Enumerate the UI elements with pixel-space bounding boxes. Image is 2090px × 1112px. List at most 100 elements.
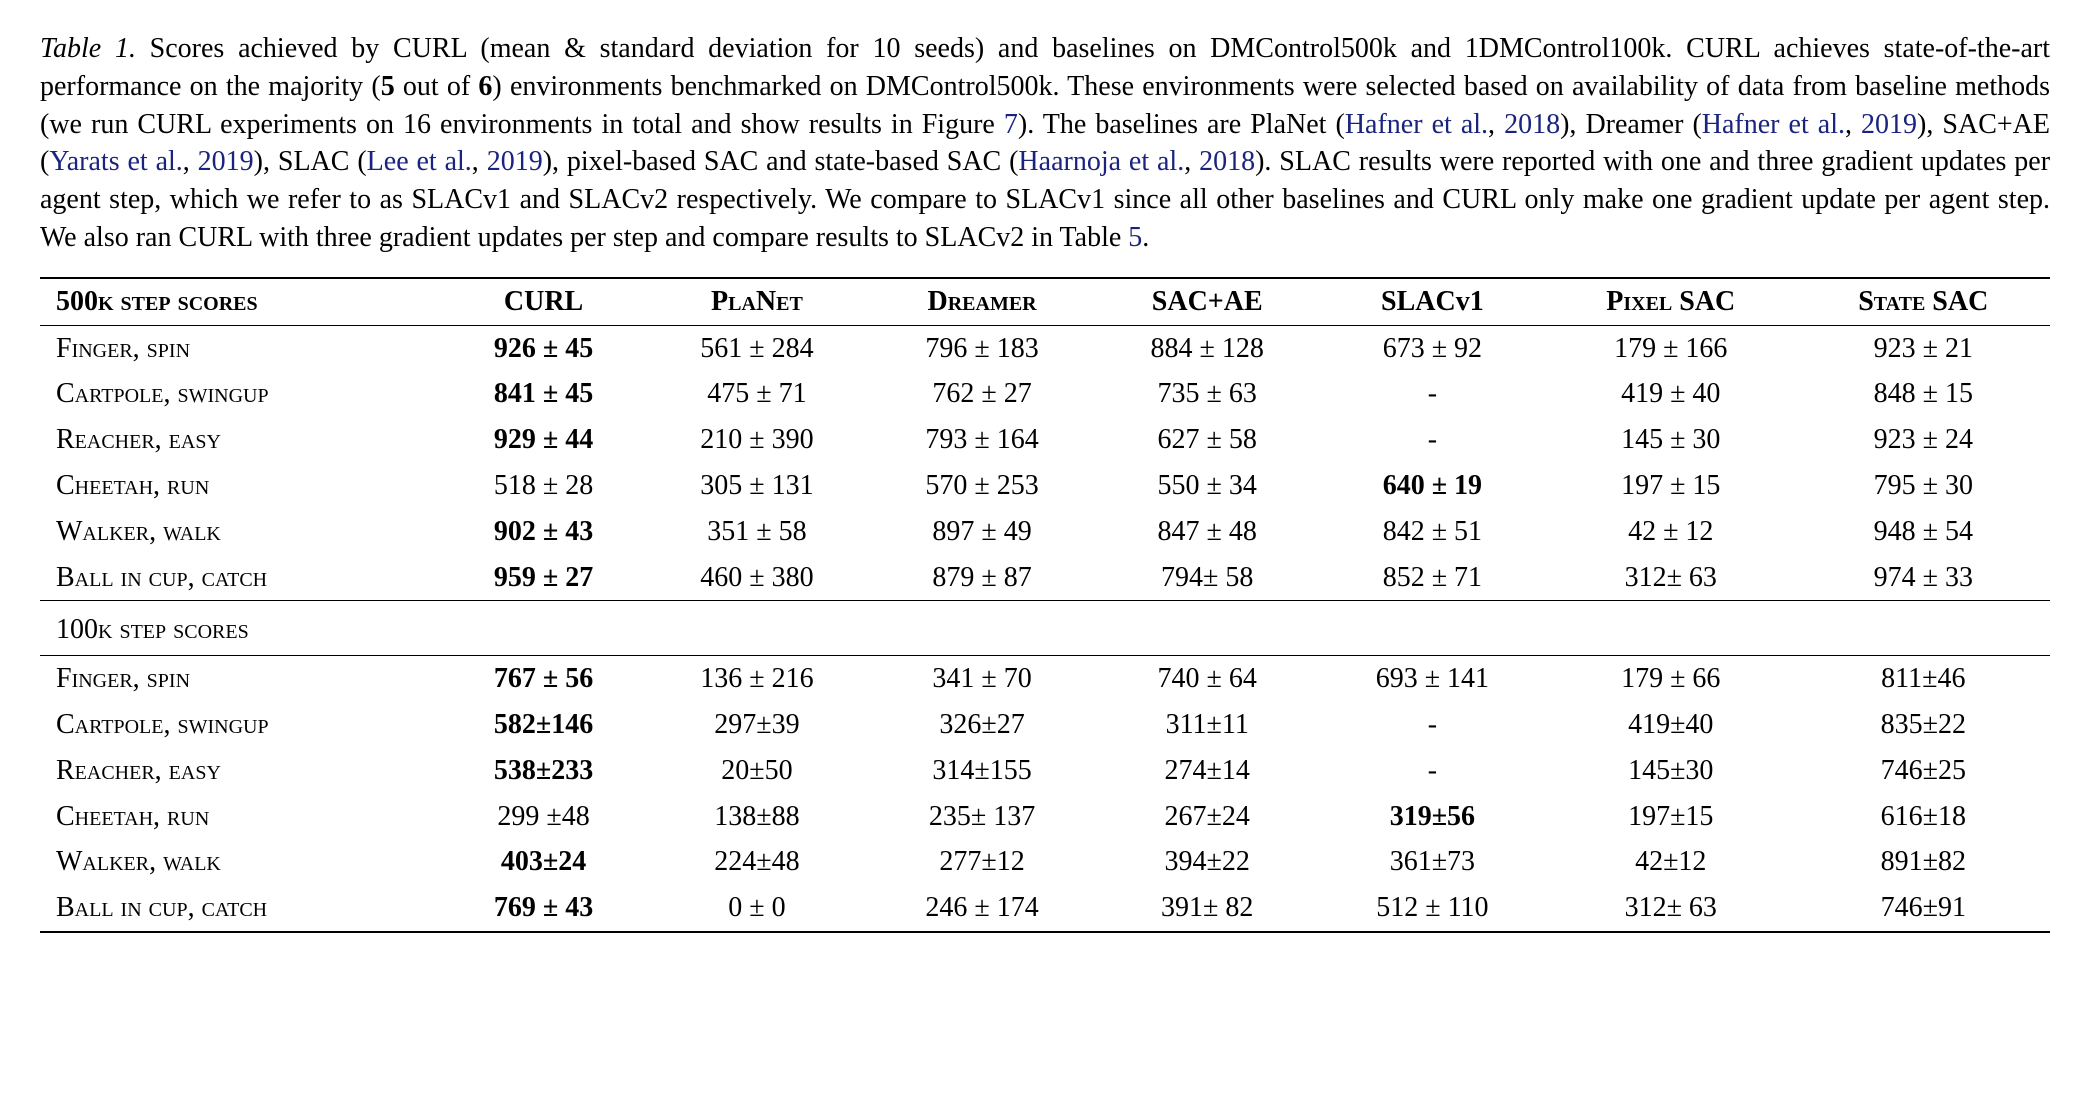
score-cell: 136 ± 216	[644, 656, 869, 702]
table-row: Finger, spin767 ± 56136 ± 216341 ± 70740…	[40, 656, 2050, 702]
score-cell: 394±22	[1095, 839, 1320, 885]
env-name: Reacher, easy	[40, 417, 443, 463]
score-cell: 299 ±48	[443, 794, 645, 840]
score-cell: 841 ± 45	[443, 371, 645, 417]
score-cell: 145 ± 30	[1545, 417, 1797, 463]
score-cell: 179 ± 166	[1545, 325, 1797, 371]
score-cell: 179 ± 66	[1545, 656, 1797, 702]
score-cell: 561 ± 284	[644, 325, 869, 371]
score-cell: 926 ± 45	[443, 325, 645, 371]
score-cell: 267±24	[1095, 794, 1320, 840]
table-row: Cartpole, swingup582±146297±39326±27311±…	[40, 702, 2050, 748]
score-cell: 897 ± 49	[869, 509, 1094, 555]
score-cell: 419 ± 40	[1545, 371, 1797, 417]
figure-ref[interactable]: 7	[1004, 109, 1018, 140]
score-cell: 796 ± 183	[869, 325, 1094, 371]
env-name: Cartpole, swingup	[40, 702, 443, 748]
score-cell: 475 ± 71	[644, 371, 869, 417]
col-statesac: State SAC	[1797, 278, 2050, 325]
citation-year[interactable]: 2018	[1199, 146, 1255, 177]
score-cell: 627 ± 58	[1095, 417, 1320, 463]
score-cell: 42 ± 12	[1545, 509, 1797, 555]
env-name: Finger, spin	[40, 656, 443, 702]
table-row: Reacher, easy929 ± 44210 ± 390793 ± 1646…	[40, 417, 2050, 463]
score-cell: 312± 63	[1545, 555, 1797, 601]
score-cell: 297±39	[644, 702, 869, 748]
citation-yarats-2019[interactable]: Yarats et al.	[49, 146, 182, 177]
score-cell: 0 ± 0	[644, 885, 869, 931]
score-cell: 570 ± 253	[869, 463, 1094, 509]
col-env: 500k step scores	[40, 278, 443, 325]
env-name: Reacher, easy	[40, 748, 443, 794]
score-cell: 341 ± 70	[869, 656, 1094, 702]
score-cell: 762 ± 27	[869, 371, 1094, 417]
score-cell: 884 ± 128	[1095, 325, 1320, 371]
score-cell: 460 ± 380	[644, 555, 869, 601]
citation-year[interactable]: 2019	[1861, 109, 1917, 140]
citation-hafner-2018[interactable]: Hafner et al.	[1345, 109, 1488, 140]
table-section-100k: 100k step scores	[40, 601, 2050, 656]
score-cell: 616±18	[1797, 794, 2050, 840]
score-cell: 391± 82	[1095, 885, 1320, 931]
table-row: Walker, walk403±24224±48277±12394±22361±…	[40, 839, 2050, 885]
table-caption: Table 1. Scores achieved by CURL (mean &…	[40, 30, 2050, 257]
score-cell: 693 ± 141	[1320, 656, 1545, 702]
score-cell: 673 ± 92	[1320, 325, 1545, 371]
env-name: Cheetah, run	[40, 794, 443, 840]
score-cell: 197 ± 15	[1545, 463, 1797, 509]
col-pixelsac: Pixel SAC	[1545, 278, 1797, 325]
table-ref[interactable]: 5	[1128, 222, 1142, 253]
citation-year[interactable]: 2019	[487, 146, 543, 177]
score-cell: 959 ± 27	[443, 555, 645, 601]
score-cell: 326±27	[869, 702, 1094, 748]
score-cell: 735 ± 63	[1095, 371, 1320, 417]
score-cell: 319±56	[1320, 794, 1545, 840]
table-row: Ball in cup, catch769 ± 430 ± 0246 ± 174…	[40, 885, 2050, 931]
score-cell: 835±22	[1797, 702, 2050, 748]
results-table: 500k step scores CURL PlaNet Dreamer SAC…	[40, 277, 2050, 933]
table-row: Ball in cup, catch959 ± 27460 ± 380879 ±…	[40, 555, 2050, 601]
score-cell: 145±30	[1545, 748, 1797, 794]
col-curl: CURL	[443, 278, 645, 325]
env-name: Ball in cup, catch	[40, 555, 443, 601]
table-row: Cheetah, run518 ± 28305 ± 131570 ± 25355…	[40, 463, 2050, 509]
score-cell: 538±233	[443, 748, 645, 794]
env-name: Cheetah, run	[40, 463, 443, 509]
score-cell: 923 ± 24	[1797, 417, 2050, 463]
score-cell: 640 ± 19	[1320, 463, 1545, 509]
citation-year[interactable]: 2019	[198, 146, 254, 177]
table-label: Table 1.	[40, 33, 136, 64]
score-cell: 582±146	[443, 702, 645, 748]
score-cell: 795 ± 30	[1797, 463, 2050, 509]
table-row: Cheetah, run299 ±48138±88235± 137267±243…	[40, 794, 2050, 840]
citation-haarnoja-2018[interactable]: Haarnoja et al.	[1018, 146, 1184, 177]
score-cell: -	[1320, 371, 1545, 417]
score-cell: 948 ± 54	[1797, 509, 2050, 555]
score-cell: 929 ± 44	[443, 417, 645, 463]
citation-lee-2019[interactable]: Lee et al.	[367, 146, 472, 177]
score-cell: 811±46	[1797, 656, 2050, 702]
score-cell: -	[1320, 417, 1545, 463]
score-cell: 403±24	[443, 839, 645, 885]
score-cell: 794± 58	[1095, 555, 1320, 601]
score-cell: 235± 137	[869, 794, 1094, 840]
col-dreamer: Dreamer	[869, 278, 1094, 325]
table-row: Reacher, easy538±23320±50314±155274±14-1…	[40, 748, 2050, 794]
col-planet: PlaNet	[644, 278, 869, 325]
citation-year[interactable]: 2018	[1504, 109, 1560, 140]
score-cell: 224±48	[644, 839, 869, 885]
score-cell: 314±155	[869, 748, 1094, 794]
col-slacv1: SLACv1	[1320, 278, 1545, 325]
score-cell: 746±91	[1797, 885, 2050, 931]
score-cell: 974 ± 33	[1797, 555, 2050, 601]
score-cell: -	[1320, 748, 1545, 794]
score-cell: 848 ± 15	[1797, 371, 2050, 417]
score-cell: 879 ± 87	[869, 555, 1094, 601]
score-cell: 42±12	[1545, 839, 1797, 885]
score-cell: 793 ± 164	[869, 417, 1094, 463]
env-name: Cartpole, swingup	[40, 371, 443, 417]
citation-hafner-2019[interactable]: Hafner et al.	[1702, 109, 1845, 140]
score-cell: 311±11	[1095, 702, 1320, 748]
score-cell: 902 ± 43	[443, 509, 645, 555]
score-cell: 305 ± 131	[644, 463, 869, 509]
